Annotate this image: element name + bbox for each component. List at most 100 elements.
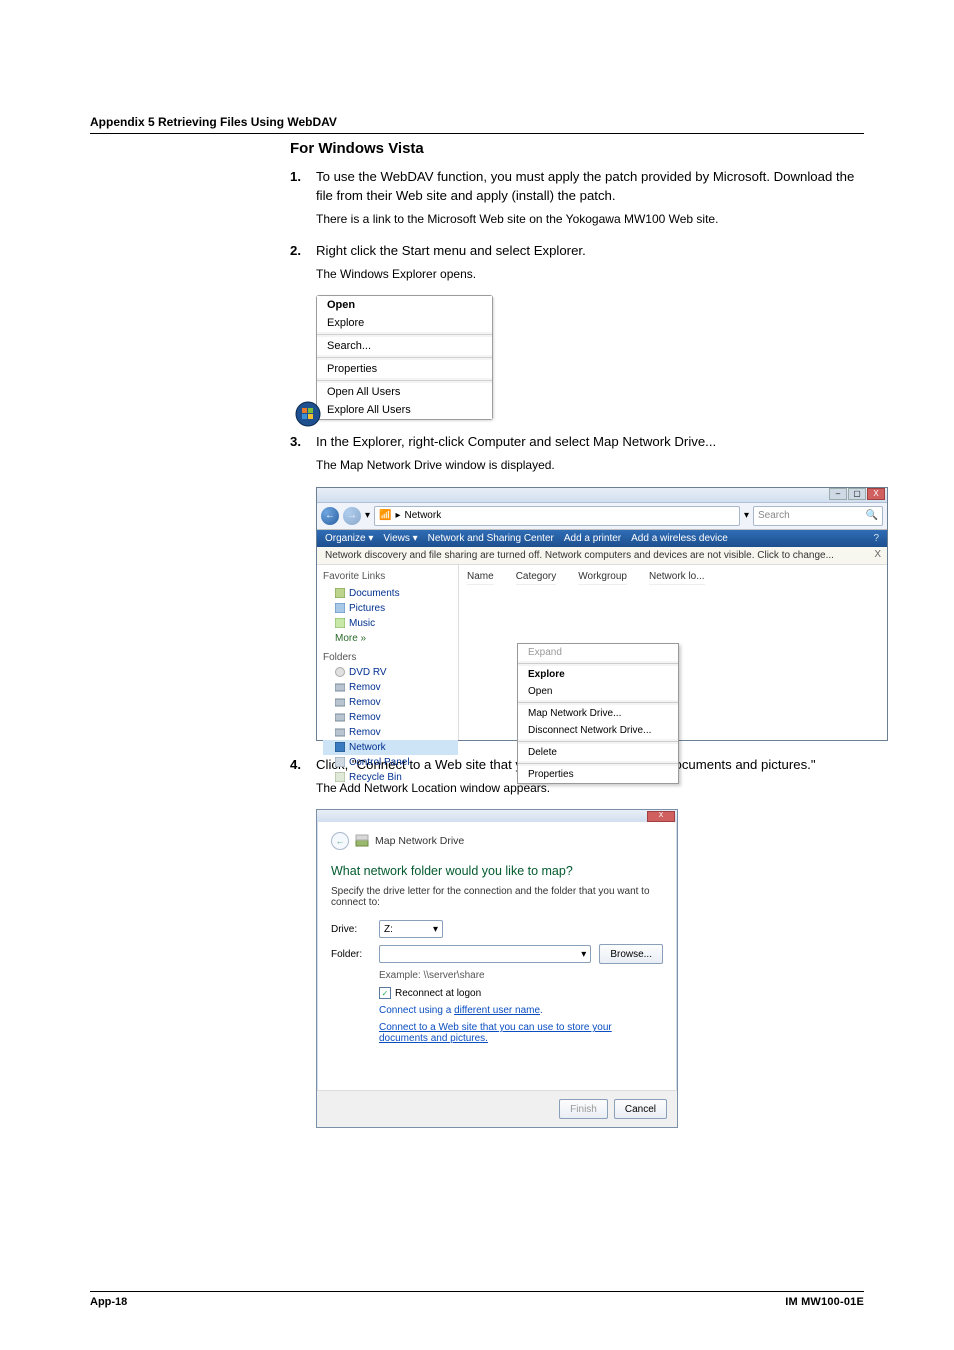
- rule-bottom: [90, 1291, 864, 1292]
- menu-explore-all-users[interactable]: Explore All Users: [317, 401, 492, 419]
- menu-separator: [317, 334, 492, 335]
- info-bar-text: Network discovery and file sharing are t…: [325, 550, 834, 561]
- screenshot-map-network-drive: X ← Map Network Drive What network folde…: [316, 809, 678, 1128]
- close-button[interactable]: X: [867, 488, 885, 500]
- finish-button[interactable]: Finish: [559, 1099, 608, 1119]
- column-name[interactable]: Name: [467, 571, 494, 585]
- step-text: In the Explorer, right-click Computer an…: [316, 432, 716, 451]
- drive-value: Z:: [384, 924, 393, 935]
- screenshot-explorer-network: – ▢ X ← → ▾ 📶 ▸ Network ▾ Search 🔍 Organ…: [316, 487, 888, 741]
- ctx-disconnect-network-drive[interactable]: Disconnect Network Drive...: [518, 722, 678, 739]
- reconnect-checkbox[interactable]: ✓ Reconnect at logon: [379, 987, 663, 999]
- info-bar-close-icon[interactable]: X: [874, 549, 881, 560]
- window-titlebar: – ▢ X: [317, 488, 887, 503]
- menu-explore[interactable]: Explore: [317, 314, 492, 332]
- menu-separator: [317, 380, 492, 381]
- menu-open[interactable]: Open: [317, 296, 492, 314]
- step-number: 3.: [290, 432, 316, 451]
- different-user-line: Connect using a different user name.: [379, 1005, 663, 1016]
- step-number: 4.: [290, 755, 316, 774]
- ctx-properties[interactable]: Properties: [518, 766, 678, 783]
- folder-label: Folder:: [331, 949, 371, 960]
- favorite-links-header: Favorite Links: [323, 571, 458, 582]
- appendix-title: Appendix 5 Retrieving Files Using WebDAV: [90, 115, 864, 129]
- step-1-note: There is a link to the Microsoft Web sit…: [316, 211, 864, 228]
- refresh-dropdown-icon[interactable]: ▾: [744, 510, 749, 521]
- toolbar-add-wireless[interactable]: Add a wireless device: [631, 533, 728, 544]
- breadcrumb-arrow-icon: ▸: [395, 510, 400, 521]
- toolbar-add-printer[interactable]: Add a printer: [564, 533, 621, 544]
- dialog-subtitle: Specify the drive letter for the connect…: [331, 886, 663, 908]
- nav-removable[interactable]: Remov: [323, 710, 458, 725]
- folders-header[interactable]: Folders: [323, 652, 458, 663]
- step-text: To use the WebDAV function, you must app…: [316, 167, 864, 205]
- maximize-button[interactable]: ▢: [848, 488, 866, 500]
- folder-input[interactable]: ▾: [379, 945, 591, 963]
- nav-removable[interactable]: Remov: [323, 695, 458, 710]
- address-bar[interactable]: 📶 ▸ Network: [374, 506, 740, 526]
- cancel-button[interactable]: Cancel: [614, 1099, 667, 1119]
- reconnect-label: Reconnect at logon: [395, 988, 481, 999]
- close-button[interactable]: X: [647, 811, 675, 822]
- help-icon[interactable]: ?: [873, 533, 879, 544]
- nav-pane: Favorite Links Documents Pictures Music …: [317, 565, 459, 740]
- drive-icon: [355, 834, 369, 848]
- network-icon: 📶: [379, 510, 391, 521]
- network-context-menu: Expand Explore Open Map Network Drive...…: [517, 643, 679, 784]
- menu-separator: [317, 357, 492, 358]
- ctx-explore[interactable]: Explore: [518, 666, 678, 683]
- section-heading: For Windows Vista: [290, 140, 864, 157]
- browse-button[interactable]: Browse...: [599, 944, 663, 964]
- page-number: App-18: [90, 1296, 127, 1308]
- nav-more[interactable]: More »: [323, 631, 458, 646]
- screenshot-start-context-menu: Open Explore Search... Properties Open A…: [316, 295, 493, 420]
- nav-recycle-bin[interactable]: Recycle Bin: [323, 770, 458, 785]
- menu-separator: [518, 763, 678, 764]
- drive-select[interactable]: Z: ▾: [379, 920, 443, 938]
- nav-dvd[interactable]: DVD RV: [323, 665, 458, 680]
- rule-top: [90, 133, 864, 134]
- nav-removable[interactable]: Remov: [323, 725, 458, 740]
- column-network-location[interactable]: Network lo...: [649, 571, 705, 585]
- ctx-map-network-drive[interactable]: Map Network Drive...: [518, 705, 678, 722]
- column-workgroup[interactable]: Workgroup: [578, 571, 627, 585]
- toolbar-views[interactable]: Views ▾: [383, 533, 417, 544]
- menu-open-all-users[interactable]: Open All Users: [317, 383, 492, 401]
- menu-separator: [518, 663, 678, 664]
- ctx-open[interactable]: Open: [518, 683, 678, 700]
- back-button-icon[interactable]: ←: [331, 832, 349, 850]
- ctx-delete[interactable]: Delete: [518, 744, 678, 761]
- minimize-button[interactable]: –: [829, 488, 847, 500]
- nav-dropdown-icon[interactable]: ▾: [365, 510, 370, 521]
- dialog-titlebar: X: [317, 810, 677, 822]
- menu-properties[interactable]: Properties: [317, 360, 492, 378]
- document-id: IM MW100-01E: [785, 1296, 864, 1308]
- nav-forward-button[interactable]: →: [343, 507, 361, 525]
- nav-network-selected[interactable]: Network: [323, 740, 458, 755]
- toolbar-network-sharing-center[interactable]: Network and Sharing Center: [428, 533, 554, 544]
- step-2-note: The Windows Explorer opens.: [316, 266, 864, 283]
- step-text: Right click the Start menu and select Ex…: [316, 241, 586, 260]
- menu-separator: [518, 702, 678, 703]
- step-3: 3. In the Explorer, right-click Computer…: [290, 432, 864, 451]
- search-placeholder: Search: [758, 510, 790, 521]
- nav-removable[interactable]: Remov: [323, 680, 458, 695]
- step-number: 1.: [290, 167, 316, 205]
- column-category[interactable]: Category: [516, 571, 557, 585]
- chevron-down-icon: ▾: [433, 924, 438, 935]
- menu-search[interactable]: Search...: [317, 337, 492, 355]
- search-input[interactable]: Search 🔍: [753, 506, 883, 526]
- ctx-expand: Expand: [518, 644, 678, 661]
- nav-back-button[interactable]: ←: [321, 507, 339, 525]
- different-user-link[interactable]: different user name: [454, 1005, 540, 1016]
- nav-control-panel[interactable]: Control Panel: [323, 755, 458, 770]
- nav-pictures[interactable]: Pictures: [323, 601, 458, 616]
- search-icon: 🔍: [866, 510, 878, 521]
- nav-music[interactable]: Music: [323, 616, 458, 631]
- connect-web-site-link[interactable]: Connect to a Web site that you can use t…: [379, 1022, 612, 1044]
- chevron-down-icon: ▾: [581, 949, 586, 960]
- step-2: 2. Right click the Start menu and select…: [290, 241, 864, 260]
- info-bar[interactable]: Network discovery and file sharing are t…: [317, 547, 887, 565]
- nav-documents[interactable]: Documents: [323, 586, 458, 601]
- toolbar-organize[interactable]: Organize ▾: [325, 533, 373, 544]
